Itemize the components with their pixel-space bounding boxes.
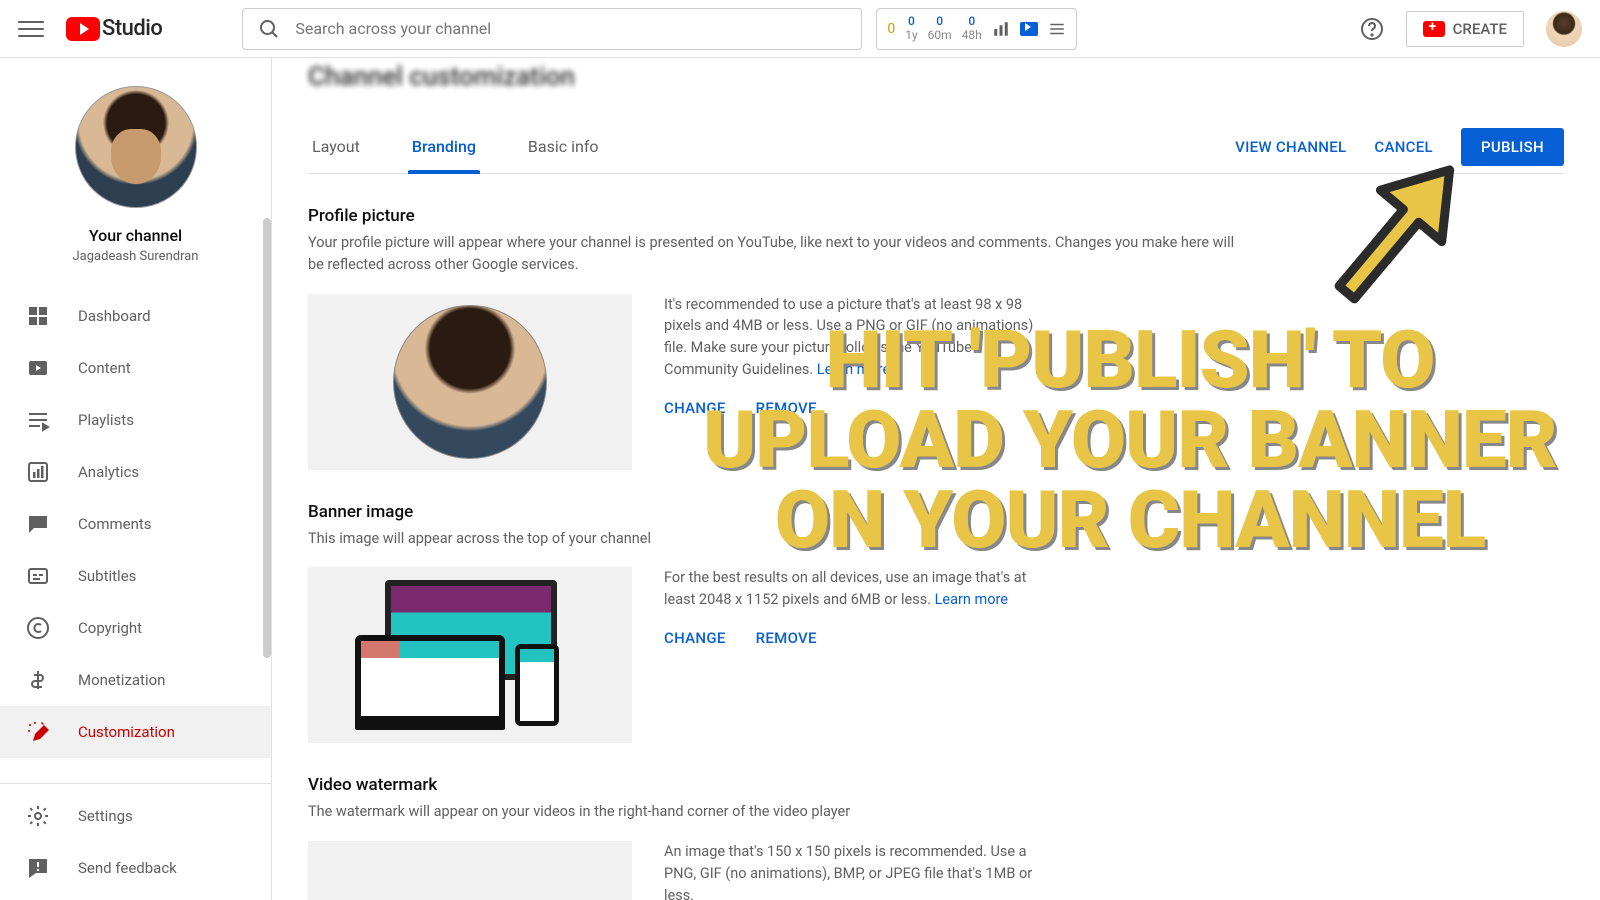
banner-remove-button[interactable]: REMOVE xyxy=(756,629,817,647)
list-icon[interactable] xyxy=(1048,20,1066,38)
sidebar-item-label: Copyright xyxy=(78,619,142,637)
tab-actions: VIEW CHANNEL CANCEL PUBLISH xyxy=(1235,128,1564,166)
banner-desc: This image will appear across the top of… xyxy=(308,528,1248,550)
learn-more-link[interactable]: Learn more xyxy=(935,591,1008,608)
banner-title: Banner image xyxy=(308,502,1564,522)
page-title: Channel customization xyxy=(308,58,1564,92)
header-right: CREATE xyxy=(1360,11,1582,47)
banner-hint: For the best results on all devices, use… xyxy=(664,567,1034,611)
profile-change-button[interactable]: CHANGE xyxy=(664,399,726,417)
watermark-preview xyxy=(308,841,632,900)
sidebar-item-customization[interactable]: Customization xyxy=(0,706,271,758)
sidebar-item-label: Content xyxy=(78,359,131,377)
comments-icon xyxy=(26,512,50,536)
playlists-icon xyxy=(26,408,50,432)
account-avatar[interactable] xyxy=(1546,11,1582,47)
sidebar-item-label: Customization xyxy=(78,723,175,741)
subtitles-icon xyxy=(26,564,50,588)
logo-text: Studio xyxy=(102,16,162,41)
sidebar-item-subtitles[interactable]: Subtitles xyxy=(0,550,271,602)
dashboard-icon xyxy=(26,304,50,328)
profile-hint: It's recommended to use a picture that's… xyxy=(664,294,1034,381)
nav-list: Dashboard Content Playlists Analytics Co… xyxy=(0,282,271,783)
bar-chart-icon xyxy=(992,20,1010,38)
section-banner-image: Banner image This image will appear acro… xyxy=(308,470,1564,744)
help-icon[interactable] xyxy=(1360,17,1384,41)
channel-avatar[interactable] xyxy=(75,86,197,208)
search-icon xyxy=(257,17,281,41)
scrollbar[interactable] xyxy=(263,218,271,658)
sidebar-item-label: Subtitles xyxy=(78,567,136,585)
section-video-watermark: Video watermark The watermark will appea… xyxy=(308,743,1564,900)
sidebar-item-label: Send feedback xyxy=(78,859,177,877)
tab-basic-info[interactable]: Basic info xyxy=(524,120,603,173)
gear-icon xyxy=(26,804,50,828)
sidebar-item-feedback[interactable]: Send feedback xyxy=(0,842,271,894)
sidebar-item-settings[interactable]: Settings xyxy=(0,790,271,842)
profile-image xyxy=(393,305,547,459)
sidebar-item-playlists[interactable]: Playlists xyxy=(0,394,271,446)
search-input[interactable] xyxy=(295,19,847,38)
profile-preview xyxy=(308,294,632,470)
stat-pulse: 0 xyxy=(887,21,895,37)
copyright-icon xyxy=(26,616,50,640)
view-channel-button[interactable]: VIEW CHANNEL xyxy=(1235,138,1346,156)
laptop-mockup xyxy=(355,635,505,730)
profile-desc: Your profile picture will appear where y… xyxy=(308,232,1248,276)
channel-title: Your channel xyxy=(89,226,182,245)
sidebar-item-label: Dashboard xyxy=(78,307,151,325)
watermark-hint: An image that's 150 x 150 pixels is reco… xyxy=(664,841,1034,900)
sidebar-profile: Your channel Jagadeash Surendran xyxy=(0,58,271,282)
tab-layout[interactable]: Layout xyxy=(308,120,364,173)
phone-mockup xyxy=(515,644,559,726)
main-content: Channel customization Layout Branding Ba… xyxy=(272,58,1600,900)
stat-col-2: 060m xyxy=(928,15,952,41)
camera-plus-icon xyxy=(1423,21,1445,37)
video-badge-icon xyxy=(1020,22,1038,36)
watermark-desc: The watermark will appear on your videos… xyxy=(308,801,1248,823)
sidebar-item-copyright[interactable]: Copyright xyxy=(0,602,271,654)
sidebar: Your channel Jagadeash Surendran Dashboa… xyxy=(0,58,272,900)
youtube-play-icon xyxy=(66,17,100,41)
sidebar-item-label: Playlists xyxy=(78,411,134,429)
profile-title: Profile picture xyxy=(308,206,1564,226)
sidebar-item-label: Comments xyxy=(78,515,152,533)
banner-change-button[interactable]: CHANGE xyxy=(664,629,726,647)
feedback-icon xyxy=(26,856,50,880)
customization-icon xyxy=(26,720,50,744)
menu-icon[interactable] xyxy=(18,16,44,42)
stat-col-1: 01y xyxy=(905,15,917,41)
watermark-title: Video watermark xyxy=(308,775,1564,795)
sidebar-item-comments[interactable]: Comments xyxy=(0,498,271,550)
tabs-row: Layout Branding Basic info VIEW CHANNEL … xyxy=(308,120,1564,174)
studio-logo[interactable]: Studio xyxy=(66,16,162,41)
sidebar-item-label: Settings xyxy=(78,807,133,825)
stat-col-3: 048h xyxy=(962,15,982,41)
profile-remove-button[interactable]: REMOVE xyxy=(756,399,817,417)
banner-preview xyxy=(308,567,632,743)
section-profile-picture: Profile picture Your profile picture wil… xyxy=(308,174,1564,470)
sidebar-footer: Settings Send feedback xyxy=(0,783,271,900)
search-bar[interactable] xyxy=(242,8,862,50)
monetization-icon xyxy=(26,668,50,692)
sidebar-item-label: Monetization xyxy=(78,671,165,689)
publish-button[interactable]: PUBLISH xyxy=(1461,128,1564,166)
create-button[interactable]: CREATE xyxy=(1406,11,1524,47)
stats-widget[interactable]: 0 01y 060m 048h xyxy=(876,8,1076,50)
channel-name: Jagadeash Surendran xyxy=(73,249,199,264)
learn-more-link[interactable]: Learn more xyxy=(817,361,890,378)
cancel-button[interactable]: CANCEL xyxy=(1374,138,1433,156)
sidebar-item-dashboard[interactable]: Dashboard xyxy=(0,290,271,342)
create-label: CREATE xyxy=(1453,20,1507,38)
top-header: Studio 0 01y 060m 048h CREATE xyxy=(0,0,1600,58)
sidebar-item-content[interactable]: Content xyxy=(0,342,271,394)
sidebar-item-monetization[interactable]: Monetization xyxy=(0,654,271,706)
content-icon xyxy=(26,356,50,380)
sidebar-item-analytics[interactable]: Analytics xyxy=(0,446,271,498)
analytics-icon xyxy=(26,460,50,484)
tab-branding[interactable]: Branding xyxy=(408,120,480,173)
sidebar-item-label: Analytics xyxy=(78,463,139,481)
